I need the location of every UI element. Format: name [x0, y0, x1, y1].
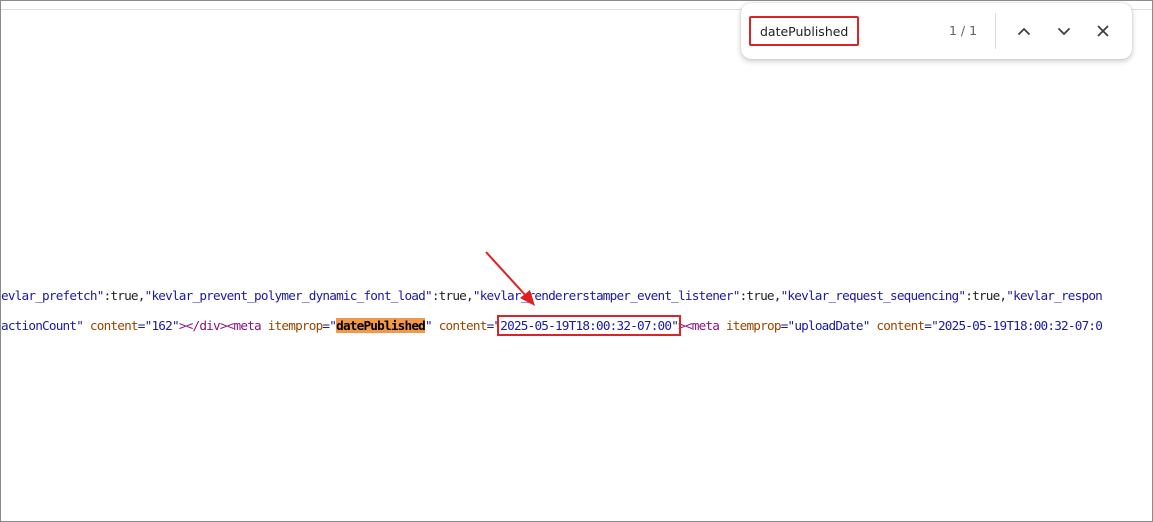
next-match-button[interactable] [1052, 19, 1076, 43]
find-bar-divider [995, 13, 996, 49]
find-input[interactable] [749, 16, 859, 46]
search-match-highlight: datePublished [336, 318, 426, 333]
annotated-date-value: 2025-05-19T18:00:32-07:00" [497, 315, 682, 336]
code-token: :true, [431, 288, 474, 303]
code-token: content [869, 318, 925, 333]
code-token: evlar_prefetch" [1, 288, 104, 303]
code-token: ="162" [137, 318, 180, 333]
code-token: =" [486, 318, 501, 333]
code-token: ="uploadDate" [780, 318, 871, 333]
code-token: "kevlar_prevent_polymer_dynamic_font_loa… [144, 288, 433, 303]
code-token: " [425, 318, 433, 333]
code-token: :true, [739, 288, 782, 303]
code-token: content [83, 318, 139, 333]
code-token: "kevlar_respon [1006, 288, 1103, 303]
previous-match-button[interactable] [1012, 19, 1036, 43]
find-bar: 1 / 1 [741, 3, 1132, 59]
annotation-arrow [485, 251, 535, 306]
match-count: 1 / 1 [949, 23, 978, 38]
code-token: :true, [103, 288, 146, 303]
code-token: :true, [965, 288, 1007, 303]
code-token: ><meta [678, 318, 720, 333]
source-line-1: evlar_prefetch":true,"kevlar_prevent_pol… [1, 287, 1103, 304]
browser-viewport: 1 / 1 evlar_prefetch":true,"kevlar_preve… [0, 0, 1153, 522]
code-token: ></div><meta [178, 318, 262, 333]
chevron-down-icon [1057, 24, 1071, 38]
code-token: actionCount" [1, 318, 84, 333]
chevron-up-icon [1017, 24, 1031, 38]
source-line-2: actionCount" content="162"></div><meta i… [1, 315, 1103, 336]
code-token: ="2025-05-19T18:00:32-07:0 [924, 318, 1103, 333]
close-icon [1096, 24, 1110, 38]
code-token: =" [322, 318, 337, 333]
close-find-button[interactable] [1091, 19, 1115, 43]
code-token: "kevlar_request_sequencing" [780, 288, 966, 303]
code-token: content [431, 318, 488, 333]
code-token: "kevlar_rendererstamper_event_listener" [472, 288, 741, 303]
code-token: itemprop [260, 318, 324, 333]
code-token: itemprop [719, 318, 782, 333]
